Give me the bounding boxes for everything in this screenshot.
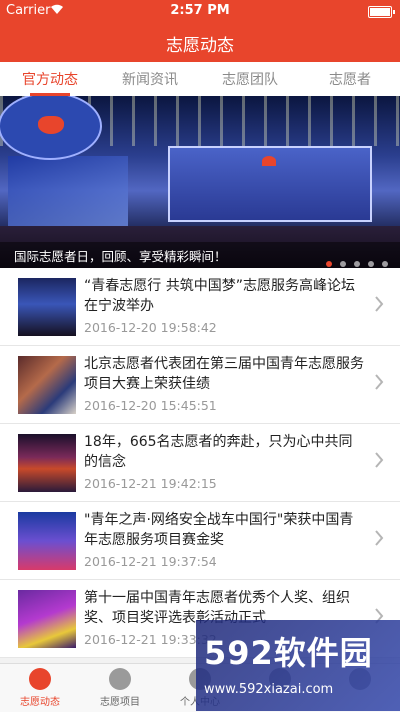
pager-dot[interactable] [382, 261, 388, 267]
watermark-url: www.592xiazai.com [204, 682, 334, 697]
news-title: 北京志愿者代表团在第三届中国青年志愿服务项目大赛上荣获佳绩 [84, 356, 364, 392]
tab-official-news[interactable]: 官方动态 [0, 69, 100, 89]
banner-caption: 国际志愿者日，回顾、享受精彩瞬间！ [14, 249, 227, 264]
news-list: “青春志愿行 共筑中国梦”志愿服务高峰论坛在宁波举办 2016-12-20 19… [0, 268, 400, 658]
news-title: 18年，665名志愿者的奔赴，只为心中共同的信念 [84, 434, 353, 470]
news-thumbnail [18, 590, 76, 648]
pager-dot[interactable] [339, 261, 346, 267]
news-item[interactable]: “青春志愿行 共筑中国梦”志愿服务高峰论坛在宁波举办 2016-12-20 19… [0, 268, 400, 346]
chevron-right-icon [375, 296, 384, 312]
news-date: 2016-12-21 19:42:15 [84, 476, 217, 491]
category-tabs: 官方动态 新闻资讯 志愿团队 志愿者 [0, 62, 400, 97]
tabbar-label: 志愿项目 [100, 697, 140, 708]
news-thumbnail [18, 356, 76, 414]
volunteer-emblem-icon [0, 96, 102, 160]
news-title: “青春志愿行 共筑中国梦”志愿服务高峰论坛在宁波举办 [84, 278, 355, 314]
grid-icon [109, 668, 131, 690]
banner-stage-screen [168, 146, 372, 222]
chevron-right-icon [375, 452, 384, 468]
pager-dot[interactable] [353, 261, 360, 267]
chevron-right-icon [375, 374, 384, 390]
tab-news-info[interactable]: 新闻资讯 [100, 69, 200, 89]
news-date: 2016-12-21 19:37:54 [84, 554, 217, 569]
chevron-right-icon [375, 530, 384, 546]
carousel-pager[interactable] [323, 252, 388, 268]
news-item[interactable]: 北京志愿者代表团在第三届中国青年志愿服务项目大赛上荣获佳绩 2016-12-20… [0, 346, 400, 424]
page-title: 志愿动态 [166, 36, 234, 56]
status-bar: Carrier 2:57 PM [0, 0, 400, 22]
clock: 2:57 PM [170, 3, 230, 18]
news-title: "青年之声·网络安全战车中国行"荣获中国青年志愿服务项目赛金奖 [84, 512, 354, 548]
nav-bar: 志愿动态 [0, 22, 400, 62]
refresh-circle-icon [29, 668, 51, 690]
battery-icon [368, 6, 395, 18]
site-watermark: 592软件园 www.592xiazai.com [196, 620, 400, 711]
tab-volunteer-teams[interactable]: 志愿团队 [200, 69, 300, 89]
tabbar-label: 志愿动态 [20, 697, 60, 708]
pager-dot-active[interactable] [325, 261, 332, 267]
news-thumbnail [18, 434, 76, 492]
tab-volunteers[interactable]: 志愿者 [300, 69, 400, 89]
news-date: 2016-12-20 19:58:42 [84, 320, 217, 335]
tabbar-volunteer-projects[interactable]: 志愿项目 [80, 668, 160, 708]
news-item[interactable]: 18年，665名志愿者的奔赴，只为心中共同的信念 2016-12-21 19:4… [0, 424, 400, 502]
news-thumbnail [18, 512, 76, 570]
banner-side-screen [8, 156, 128, 226]
pager-dot[interactable] [367, 261, 374, 267]
tabbar-volunteer-news[interactable]: 志愿动态 [0, 668, 80, 708]
watermark-brand: 592软件园 [204, 634, 373, 672]
news-item[interactable]: "青年之声·网络安全战车中国行"荣获中国青年志愿服务项目赛金奖 2016-12-… [0, 502, 400, 580]
news-date: 2016-12-20 15:45:51 [84, 398, 217, 413]
news-thumbnail [18, 278, 76, 336]
banner-carousel[interactable]: 国际志愿者日，回顾、享受精彩瞬间！ [0, 96, 400, 268]
